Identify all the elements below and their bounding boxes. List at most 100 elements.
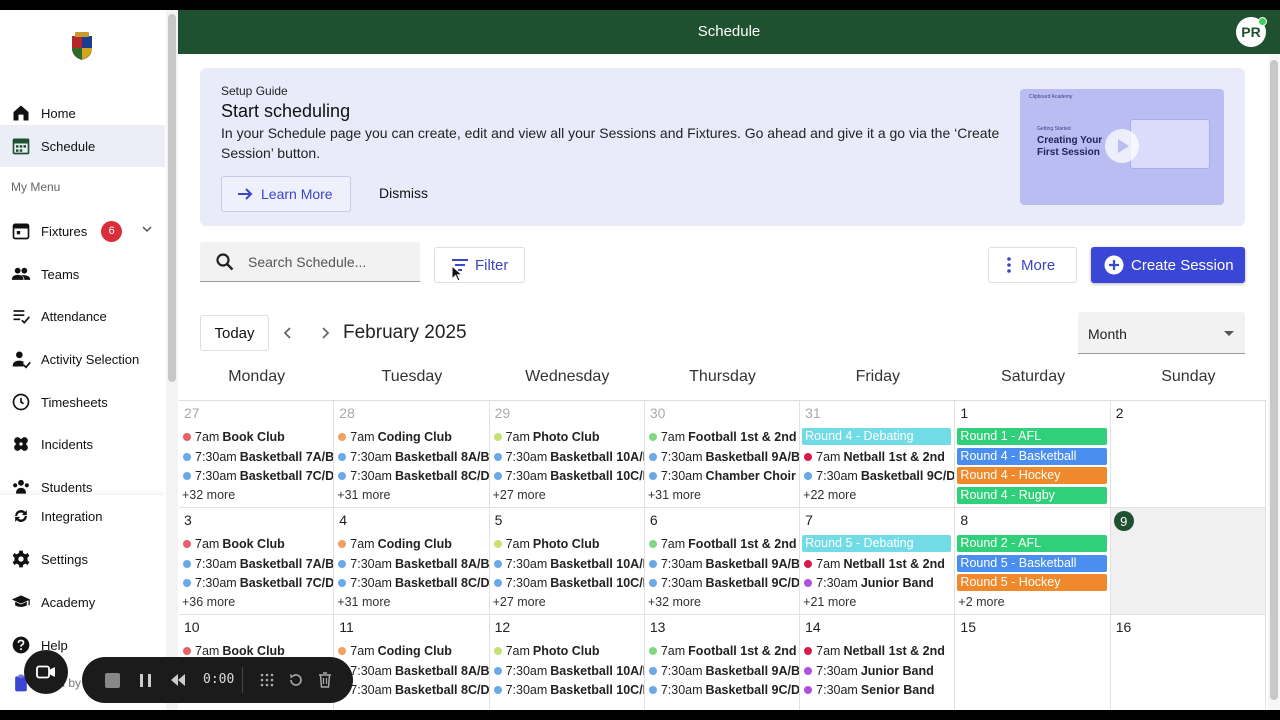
fixture-event-bar[interactable]: Round 5 - Hockey bbox=[957, 574, 1107, 591]
sidebar-scrollbar[interactable] bbox=[166, 10, 178, 710]
calendar-day-cell[interactable]: 3 7am Book Club 7:30am Basketball 7A/B 7:30am… bbox=[179, 508, 335, 615]
session-event[interactable]: 7am Football 1st & 2nd bbox=[648, 428, 799, 446]
session-event[interactable]: 7:30am Basketball 9A/B bbox=[648, 448, 799, 466]
calendar-day-cell[interactable]: 6 7am Football 1st & 2nd 7:30am Basketball 9… bbox=[644, 508, 801, 615]
session-event[interactable]: 7:30am Basketball 9C/D bbox=[804, 467, 954, 485]
calendar-day-cell[interactable]: 29 7am Photo Club 7:30am Basketball 10A/B 7:3… bbox=[489, 401, 645, 508]
sidebar-item-activity-selection[interactable]: Activity Selection bbox=[0, 338, 165, 380]
session-event[interactable]: 7am Photo Club bbox=[493, 535, 644, 553]
chevron-right-icon[interactable] bbox=[316, 324, 334, 342]
session-event[interactable]: 7:30am Basketball 8C/D bbox=[338, 574, 489, 592]
more-events-link[interactable]: +32 more bbox=[648, 595, 701, 609]
day-number[interactable]: 7 bbox=[805, 512, 813, 528]
pause-button[interactable] bbox=[140, 674, 151, 687]
calendar-day-cell[interactable]: 15 bbox=[955, 615, 1111, 710]
play-icon[interactable] bbox=[1105, 129, 1139, 163]
sidebar-item-settings[interactable]: Settings bbox=[0, 538, 165, 580]
more-events-link[interactable]: +31 more bbox=[648, 488, 701, 502]
day-number[interactable]: 11 bbox=[339, 619, 354, 635]
session-event[interactable]: 7am Book Club bbox=[183, 535, 333, 553]
session-event[interactable]: 7am Netball 1st & 2nd bbox=[804, 642, 954, 660]
session-event[interactable]: 7am Coding Club bbox=[338, 535, 488, 553]
create-session-button[interactable]: Create Session bbox=[1091, 247, 1245, 283]
sidebar-item-academy[interactable]: Academy bbox=[0, 581, 165, 623]
restart-icon[interactable] bbox=[288, 672, 304, 688]
dismiss-button[interactable]: Dismiss bbox=[379, 185, 428, 201]
sidebar-item-fixtures[interactable]: Fixtures 6 bbox=[0, 210, 165, 252]
session-event[interactable]: 7:30am Basketball 7A/B bbox=[183, 555, 333, 573]
more-events-link[interactable]: +27 more bbox=[493, 595, 546, 609]
calendar-day-cell[interactable]: 7 Round 5 - Debating 7am Netball 1st & 2nd 7… bbox=[800, 508, 956, 615]
session-event[interactable]: 7am Football 1st & 2nd bbox=[648, 535, 799, 553]
calendar-day-cell[interactable]: 28 7am Coding Club 7:30am Basketball 8A/B 7:3… bbox=[334, 401, 490, 508]
scrollbar-thumb[interactable] bbox=[168, 14, 176, 382]
fixture-event-bar[interactable]: Round 2 - AFL bbox=[957, 535, 1107, 552]
user-avatar[interactable]: PR bbox=[1236, 17, 1267, 47]
session-event[interactable]: 7:30am Chamber Choir bbox=[648, 467, 799, 485]
search-input[interactable] bbox=[248, 250, 408, 274]
session-event[interactable]: 7:30am Basketball 8A/B bbox=[338, 555, 489, 573]
more-events-link[interactable]: +36 more bbox=[182, 595, 235, 609]
session-event[interactable]: 7:30am Basketball 7C/D bbox=[183, 467, 333, 485]
day-number[interactable]: 13 bbox=[650, 619, 666, 635]
main-scrollbar[interactable] bbox=[1268, 54, 1280, 710]
day-number[interactable]: 28 bbox=[339, 405, 355, 421]
session-event[interactable]: 7am Photo Club bbox=[493, 428, 644, 446]
day-number[interactable]: 14 bbox=[805, 619, 821, 635]
session-event[interactable]: 7am Netball 1st & 2nd bbox=[804, 448, 954, 466]
day-number[interactable]: 5 bbox=[495, 512, 503, 528]
more-events-link[interactable]: +2 more bbox=[958, 595, 1004, 609]
session-event[interactable]: 7:30am Basketball 10C/D bbox=[493, 467, 644, 485]
calendar-day-cell[interactable]: 2 bbox=[1110, 401, 1266, 508]
session-event[interactable]: 7:30am Basketball 8C/D bbox=[338, 681, 489, 699]
day-number[interactable]: 3 bbox=[184, 512, 192, 528]
calendar-day-cell[interactable]: 11 7am Coding Club 7:30am Basketball 8A/B 7:3… bbox=[334, 615, 490, 710]
calendar-day-cell[interactable]: 31 Round 4 - Debating 7am Netball 1st & 2nd… bbox=[800, 401, 956, 508]
session-event[interactable]: 7:30am Basketball 9C/D bbox=[648, 681, 799, 699]
fixture-event-bar[interactable]: Round 1 - AFL bbox=[957, 428, 1107, 445]
chevron-left-icon[interactable] bbox=[279, 324, 297, 342]
calendar-day-cell[interactable]: 1 Round 1 - AFL Round 4 - Basketball Round … bbox=[955, 401, 1111, 508]
fixture-event-bar[interactable]: Round 4 - Basketball bbox=[957, 447, 1107, 465]
session-event[interactable]: 7:30am Basketball 7A/B bbox=[183, 448, 333, 466]
session-event[interactable]: 7am Coding Club bbox=[338, 642, 488, 660]
session-event[interactable]: 7:30am Junior Band bbox=[804, 574, 954, 592]
session-event[interactable]: 7:30am Basketball 10C/D bbox=[493, 681, 644, 699]
sidebar-item-incidents[interactable]: Incidents bbox=[0, 423, 165, 465]
more-button[interactable]: More bbox=[988, 247, 1077, 283]
session-event[interactable]: 7am Book Club bbox=[183, 428, 333, 446]
day-number[interactable]: 27 bbox=[184, 405, 200, 421]
session-event[interactable]: 7am Netball 1st & 2nd bbox=[804, 555, 954, 573]
sidebar-item-timesheets[interactable]: Timesheets bbox=[0, 381, 165, 423]
session-event[interactable]: 7:30am Basketball 10A/B bbox=[493, 662, 644, 680]
sidebar-item-schedule[interactable]: Schedule bbox=[0, 125, 165, 167]
sidebar-item-teams[interactable]: Teams bbox=[0, 253, 165, 295]
grid-dots-icon[interactable] bbox=[260, 673, 274, 687]
session-event[interactable]: 7:30am Basketball 10A/B bbox=[493, 555, 644, 573]
sidebar-item-attendance[interactable]: Attendance bbox=[0, 295, 165, 337]
more-events-link[interactable]: +22 more bbox=[803, 488, 856, 502]
session-event[interactable]: 7:30am Basketball 8A/B bbox=[338, 662, 489, 680]
session-event[interactable]: 7:30am Basketball 9A/B bbox=[648, 555, 799, 573]
rewind-icon[interactable] bbox=[170, 673, 186, 687]
day-number[interactable]: 6 bbox=[650, 512, 658, 528]
day-number[interactable]: 2 bbox=[1116, 405, 1124, 421]
session-event[interactable]: 7:30am Basketball 10A/B bbox=[493, 448, 644, 466]
guide-video-thumbnail[interactable]: Clipboard Academy Getting Started Creati… bbox=[1020, 89, 1224, 205]
calendar-day-cell[interactable]: 9 bbox=[1110, 508, 1266, 615]
more-events-link[interactable]: +31 more bbox=[337, 488, 390, 502]
day-number[interactable]: 16 bbox=[1116, 619, 1132, 635]
today-button[interactable]: Today bbox=[200, 315, 269, 351]
trash-icon[interactable] bbox=[318, 672, 332, 688]
calendar-day-cell[interactable]: 30 7am Football 1st & 2nd 7:30am Basketball … bbox=[644, 401, 801, 508]
fixture-event-bar[interactable]: Round 5 - Basketball bbox=[957, 554, 1107, 572]
session-event[interactable]: 7:30am Basketball 9A/B bbox=[648, 662, 799, 680]
calendar-day-cell[interactable]: 4 7am Coding Club 7:30am Basketball 8A/B 7:30… bbox=[334, 508, 490, 615]
session-event[interactable]: 7:30am Basketball 7C/D bbox=[183, 574, 333, 592]
session-event[interactable]: 7am Photo Club bbox=[493, 642, 644, 660]
more-events-link[interactable]: +21 more bbox=[803, 595, 856, 609]
view-select[interactable]: Month bbox=[1078, 312, 1245, 354]
calendar-day-cell[interactable]: 16 bbox=[1111, 615, 1266, 710]
session-event[interactable]: 7:30am Basketball 8A/B bbox=[338, 448, 489, 466]
fixture-event-bar[interactable]: Round 5 - Debating bbox=[802, 535, 952, 552]
